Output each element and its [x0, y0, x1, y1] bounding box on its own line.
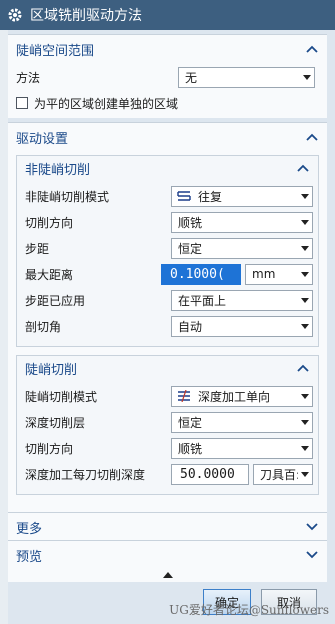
stepover-row: 步距 恒定 — [17, 236, 318, 260]
zigzag-icon — [176, 190, 192, 202]
cut-angle-row: 剖切角 自动 — [17, 314, 318, 338]
depth-layer-row: 深度切削层 恒定 — [17, 410, 318, 434]
dropdown-arrow-icon — [298, 239, 312, 258]
non-steep-direction-label: 切削方向 — [25, 215, 74, 230]
steep-mode-row: 陡峭切削模式 深度加工单向 — [17, 384, 318, 408]
chevron-up-icon[interactable] — [296, 161, 310, 175]
non-steep-mode-row: 非陡峭切削模式 往复 — [17, 184, 318, 208]
dropdown-arrow-icon — [298, 291, 312, 310]
max-distance-unit-dropdown[interactable]: mm — [245, 263, 313, 285]
separate-region-checkbox[interactable] — [16, 97, 28, 109]
cut-angle-dropdown[interactable]: 自动 — [171, 315, 313, 337]
dropdown-arrow-icon — [300, 68, 314, 87]
dropdown-arrow-icon — [298, 439, 312, 458]
dropdown-arrow-icon — [298, 317, 312, 336]
drive-settings-section: 驱动设置 非陡峭切削 非陡峭切削模式 往复 切削方向 顺铣 步距 恒定 最大距离… — [8, 122, 327, 520]
dropdown-arrow-icon — [298, 465, 312, 484]
collapse-bar[interactable] — [8, 568, 327, 582]
window-title: 区域铣削驱动方法 — [30, 8, 142, 24]
dropdown-arrow-icon — [298, 265, 312, 284]
non-steep-mode-value: 往复 — [198, 189, 223, 204]
chevron-up-icon[interactable] — [296, 361, 310, 375]
non-steep-mode-label: 非陡峭切削模式 — [25, 189, 110, 204]
subsection-title: 非陡峭切削 — [25, 162, 91, 178]
non-steep-subsection: 非陡峭切削 非陡峭切削模式 往复 切削方向 顺铣 步距 恒定 最大距离 0.10… — [16, 155, 319, 347]
preview-section: 预览 — [8, 540, 327, 568]
steep-direction-row: 切削方向 顺铣 — [17, 436, 318, 460]
depth-per-cut-unit: 刀具百: — [260, 467, 298, 482]
chevron-down-icon[interactable] — [305, 548, 319, 562]
more-header[interactable]: 更多 — [8, 513, 327, 541]
preview-header[interactable]: 预览 — [8, 541, 327, 569]
steep-direction-dropdown[interactable]: 顺铣 — [171, 437, 313, 459]
steep-space-section: 陡峭空间范围 方法 无 为平的区域创建单独的区域 — [8, 34, 327, 118]
steep-direction-value: 顺铣 — [178, 441, 203, 456]
stepover-applied-value: 在平面上 — [178, 293, 227, 308]
max-distance-label: 最大距离 — [25, 267, 74, 282]
cut-angle-value: 自动 — [178, 319, 203, 334]
method-label: 方法 — [16, 70, 41, 85]
steep-header[interactable]: 陡峭切削 — [17, 356, 318, 380]
dropdown-arrow-icon — [298, 413, 312, 432]
separate-region-row: 为平的区域创建单独的区域 — [8, 91, 327, 115]
gear-icon[interactable] — [0, 0, 30, 30]
drive-settings-header[interactable]: 驱动设置 — [8, 123, 327, 151]
background-strip — [0, 30, 8, 624]
watermark: UG爱好者论坛@Sunflowers — [169, 603, 329, 617]
non-steep-header[interactable]: 非陡峭切削 — [17, 156, 318, 180]
max-distance-input[interactable]: 0.1000( — [161, 263, 241, 285]
subsection-title: 陡峭切削 — [25, 362, 78, 378]
collapse-up-icon — [162, 572, 173, 578]
steep-space-header[interactable]: 陡峭空间范围 — [8, 35, 327, 63]
section-title: 陡峭空间范围 — [16, 43, 95, 59]
stepover-dropdown[interactable]: 恒定 — [171, 237, 313, 259]
stepover-applied-row: 步距已应用 在平面上 — [17, 288, 318, 312]
section-title: 更多 — [16, 521, 43, 537]
more-section: 更多 — [8, 512, 327, 540]
dialog-body: 陡峭空间范围 方法 无 为平的区域创建单独的区域 驱动设置 非陡峭切削 非陡峭切… — [8, 30, 335, 624]
non-steep-direction-row: 切削方向 顺铣 — [17, 210, 318, 234]
steep-subsection: 陡峭切削 陡峭切削模式 深度加工单向 深度切削层 恒定 切削方向 顺铣 深度加工… — [16, 355, 319, 495]
method-row: 方法 无 — [8, 65, 327, 89]
max-distance-unit: mm — [252, 267, 276, 281]
non-steep-mode-dropdown[interactable]: 往复 — [171, 185, 313, 207]
steep-mode-value: 深度加工单向 — [198, 389, 271, 404]
section-title: 驱动设置 — [16, 131, 69, 147]
cut-angle-label: 剖切角 — [25, 319, 62, 334]
depth-per-cut-unit-dropdown[interactable]: 刀具百: — [253, 463, 313, 485]
depth-per-cut-row: 深度加工每刀切削深度 50.0000 刀具百: — [17, 462, 318, 486]
title-bar: 区域铣削驱动方法 — [0, 0, 335, 30]
dropdown-arrow-icon — [298, 187, 312, 206]
depth-per-cut-label: 深度加工每刀切削深度 — [25, 467, 146, 482]
stepover-label: 步距 — [25, 241, 50, 256]
depth-per-cut-input[interactable]: 50.0000 — [171, 463, 249, 485]
method-dropdown[interactable]: 无 — [178, 66, 315, 88]
section-title: 预览 — [16, 549, 43, 565]
chevron-up-icon[interactable] — [305, 130, 319, 144]
stepover-applied-label: 步距已应用 — [25, 293, 86, 308]
stepover-applied-dropdown[interactable]: 在平面上 — [171, 289, 313, 311]
depth-layer-label: 深度切削层 — [25, 415, 86, 430]
non-steep-direction-dropdown[interactable]: 顺铣 — [171, 211, 313, 233]
dropdown-arrow-icon — [298, 213, 312, 232]
chevron-up-icon[interactable] — [305, 42, 319, 56]
chevron-down-icon[interactable] — [305, 520, 319, 534]
depth-layer-dropdown[interactable]: 恒定 — [171, 411, 313, 433]
method-value: 无 — [185, 70, 198, 85]
depth-cut-icon — [176, 390, 192, 402]
stepover-value: 恒定 — [178, 241, 203, 256]
steep-direction-label: 切削方向 — [25, 441, 74, 456]
separate-region-label: 为平的区域创建单独的区域 — [34, 96, 179, 111]
steep-mode-dropdown[interactable]: 深度加工单向 — [171, 385, 313, 407]
non-steep-direction-value: 顺铣 — [178, 215, 203, 230]
depth-layer-value: 恒定 — [178, 415, 203, 430]
max-distance-row: 最大距离 0.1000( mm — [17, 262, 318, 286]
dropdown-arrow-icon — [298, 387, 312, 406]
steep-mode-label: 陡峭切削模式 — [25, 389, 98, 404]
